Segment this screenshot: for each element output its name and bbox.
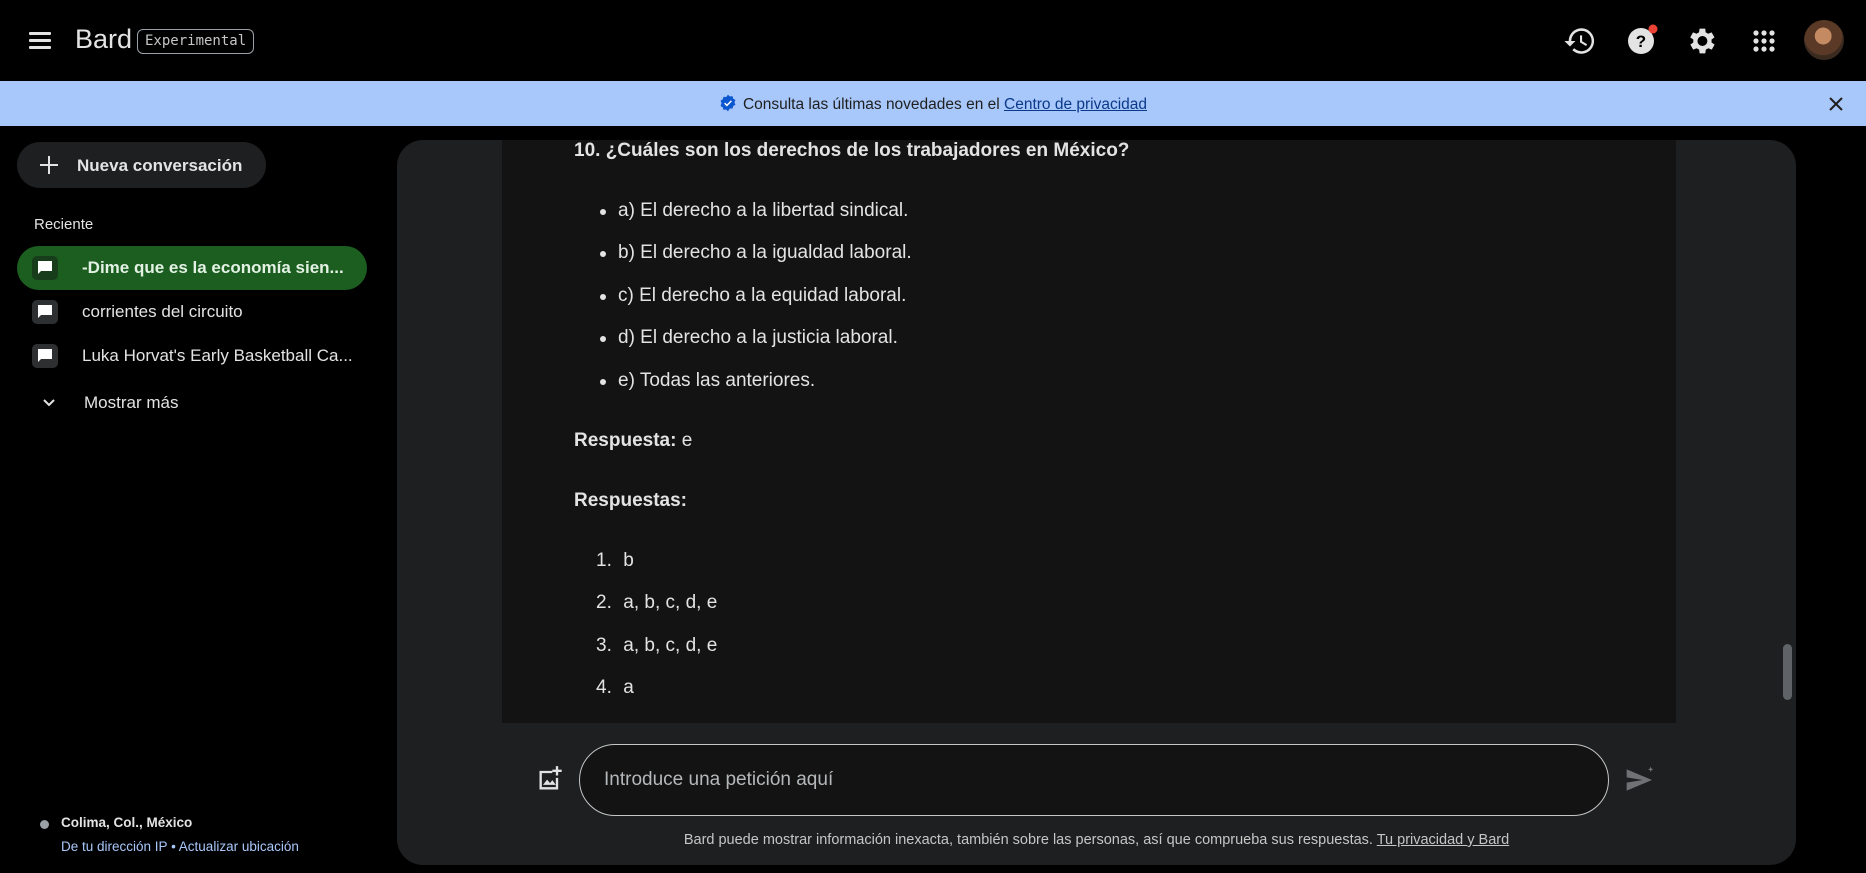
list-item: c) El derecho a la equidad laboral. <box>599 285 907 306</box>
prompt-box <box>579 744 1609 816</box>
conversation-title: Luka Horvat's Early Basketball Ca... <box>82 346 353 365</box>
disclaimer-text: Bard puede mostrar información inexacta,… <box>683 832 1377 848</box>
list-item: 1. b <box>596 550 634 571</box>
conversation-title: corrientes del circuito <box>82 302 243 321</box>
avatar[interactable] <box>1804 20 1844 60</box>
prompt-input[interactable] <box>604 765 1584 795</box>
app-brand[interactable]: Bard <box>75 24 132 55</box>
sidebar-item-conversation[interactable]: Luka Horvat's Early Basketball Ca... <box>17 334 367 378</box>
list-item: 2. a, b, c, d, e <box>596 592 718 613</box>
answer-line: Respuesta: e <box>574 430 692 452</box>
list-item: 3. a, b, c, d, e <box>596 635 718 656</box>
answer-value: e <box>676 430 693 451</box>
sidebar: Nueva conversación Reciente -Dime que es… <box>0 126 380 873</box>
list-item: b) El derecho a la igualdad laboral. <box>600 242 912 263</box>
question-title: 10. ¿Cuáles son los derechos de los trab… <box>574 140 1130 161</box>
location-separator: • <box>167 839 179 854</box>
location-dot-icon <box>40 820 49 829</box>
location-links: De tu dirección IP • Actualizar ubicació… <box>61 839 299 854</box>
main-menu-icon[interactable] <box>26 27 56 53</box>
list-item: e) Todas las anteriores. <box>599 370 816 391</box>
update-location-link[interactable]: Actualizar ubicación <box>179 839 299 854</box>
ip-address-link[interactable]: De tu dirección IP <box>61 839 167 854</box>
show-more-button[interactable]: Mostrar más <box>17 383 217 423</box>
list-item: d) El derecho a la justicia laboral. <box>600 327 898 348</box>
chat-bubble-icon <box>32 344 58 368</box>
privacy-link[interactable]: Tu privacidad y Bard <box>1377 832 1509 848</box>
chevron-down-icon <box>43 399 55 407</box>
close-icon[interactable] <box>1826 94 1846 114</box>
answers-heading: Respuestas: <box>574 490 687 511</box>
show-more-label: Mostrar más <box>84 393 179 412</box>
scrollbar-thumb[interactable] <box>1783 644 1792 700</box>
help-icon[interactable]: ? <box>1624 24 1658 58</box>
answer-label: Respuesta: <box>574 430 677 451</box>
plus-icon <box>40 156 58 174</box>
response-area[interactable]: 10. ¿Cuáles son los derechos de los trab… <box>502 140 1676 723</box>
image-upload-icon[interactable] <box>536 765 564 793</box>
verified-icon <box>720 94 736 112</box>
banner-text: Consulta las últimas novedades en el <box>742 96 1005 113</box>
location-name: Colima, Col., México <box>61 815 193 830</box>
chat-bubble-icon <box>32 300 58 324</box>
privacy-banner: Consulta las últimas novedades en el Cen… <box>0 81 1866 126</box>
settings-icon[interactable] <box>1684 24 1718 58</box>
conversation-title: -Dime que es la economía sien... <box>82 258 344 277</box>
list-item: 4. a <box>596 677 634 698</box>
disclaimer: Bard puede mostrar información inexacta,… <box>397 832 1796 848</box>
list-item: a) El derecho a la libertad sindical. <box>599 200 909 221</box>
new-chat-label: Nueva conversación <box>77 156 243 175</box>
chat-bubble-icon <box>32 256 58 280</box>
privacy-center-link[interactable]: Centro de privacidad <box>1004 96 1147 113</box>
sidebar-item-conversation[interactable]: -Dime que es la economía sien... <box>17 246 367 290</box>
sidebar-item-conversation[interactable]: corrientes del circuito <box>17 290 367 334</box>
history-icon[interactable] <box>1563 24 1597 58</box>
experimental-badge: Experimental <box>137 29 255 54</box>
new-chat-button[interactable]: Nueva conversación <box>17 142 266 188</box>
top-bar: Bard Experimental ? <box>0 0 1866 81</box>
svg-text:?: ? <box>1636 32 1646 51</box>
recent-heading: Reciente <box>34 216 94 233</box>
chat-panel: 10. ¿Cuáles son los derechos de los trab… <box>397 140 1796 865</box>
send-icon[interactable] <box>1624 764 1656 796</box>
apps-grid-icon[interactable] <box>1747 24 1781 58</box>
